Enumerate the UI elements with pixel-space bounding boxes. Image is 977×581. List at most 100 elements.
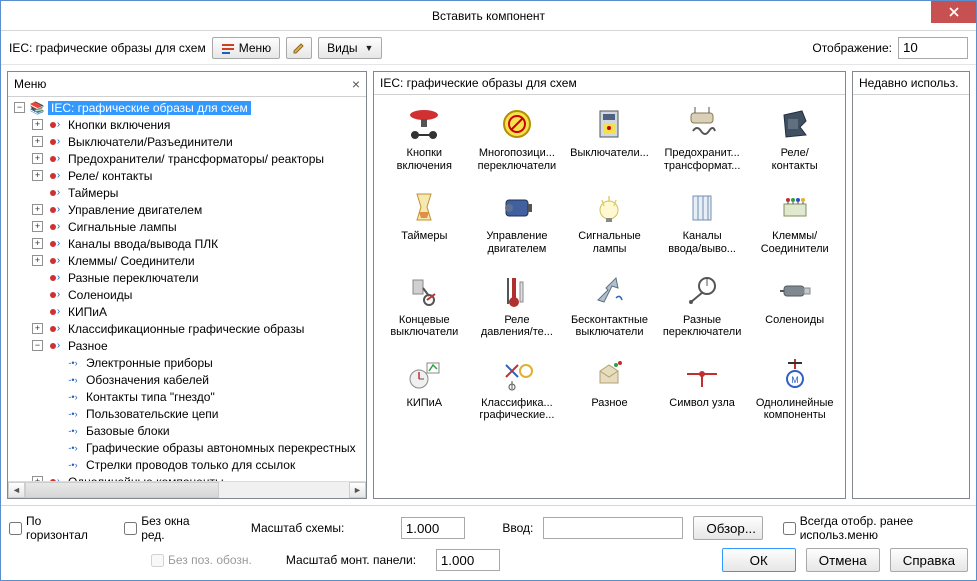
cancel-button[interactable]: Отмена [806,548,880,572]
tree-label[interactable]: Классификационные графические образы [65,322,307,336]
edit-button[interactable] [286,37,312,59]
views-button[interactable]: Виды ▼ [318,37,382,59]
component-category[interactable]: Выключатели... [565,101,654,176]
tree-label[interactable]: Базовые блоки [83,424,173,438]
tree-label[interactable]: Кнопки включения [65,118,173,132]
tree-row[interactable]: ›Соленоиды [10,286,366,303]
tree-row[interactable]: ›КИПиА [10,303,366,320]
tree-row[interactable]: +›Однолинейные компоненты [10,473,366,481]
scroll-thumb[interactable] [25,482,219,498]
tree-row[interactable]: +›Выключатели/Разъединители [10,133,366,150]
tree-label[interactable]: Соленоиды [65,288,135,302]
component-category[interactable]: MОднолинейныекомпоненты [750,351,839,426]
no-edit-window-checkbox[interactable]: Без окна ред. [124,514,204,542]
component-category[interactable]: Реледавления/те... [473,268,562,343]
component-category[interactable]: Концевыевыключатели [380,268,469,343]
tree-label[interactable]: Реле/ контакты [65,169,155,183]
tree-toggle[interactable]: + [32,153,43,164]
tree-label[interactable]: Сигнальные лампы [65,220,180,234]
browse-button[interactable]: Обзор... [693,516,762,540]
display-count-input[interactable] [898,37,968,59]
scheme-scale-input[interactable] [401,517,465,539]
tree-row[interactable]: ›Разные переключатели [10,269,366,286]
tree-label[interactable]: Управление двигателем [65,203,205,217]
tree-toggle[interactable]: + [32,119,43,130]
tree-row[interactable]: +›Предохранители/ трансформаторы/ реакто… [10,150,366,167]
component-category[interactable]: Управлениедвигателем [473,184,562,259]
tree-label[interactable]: Контакты типа "гнездо" [83,390,218,404]
tree-toggle[interactable]: − [14,102,25,113]
category-icon [589,272,629,310]
tree-toggle[interactable]: + [32,238,43,249]
tree-label[interactable]: Графические образы автономных перекрестн… [83,441,359,455]
tree-row[interactable]: +›Реле/ контакты [10,167,366,184]
component-category[interactable]: Разныепереключатели [658,268,747,343]
tree-row[interactable]: -•›Стрелки проводов только для ссылок [10,456,366,473]
tree-row[interactable]: +›Каналы ввода/вывода ПЛК [10,235,366,252]
tree-row[interactable]: -•›Электронные приборы [10,354,366,371]
tree-row[interactable]: -•›Контакты типа "гнездо" [10,388,366,405]
tree-toggle[interactable]: + [32,221,43,232]
tree-row[interactable]: +›Сигнальные лампы [10,218,366,235]
component-category[interactable]: Кнопкивключения [380,101,469,176]
horizontal-checkbox[interactable]: По горизонтал [9,514,94,542]
tree-row[interactable]: +›Кнопки включения [10,116,366,133]
ok-button[interactable]: ОК [722,548,796,572]
tree-panel: Меню × −📚IEC: графические образы для схе… [7,71,367,499]
close-button[interactable] [931,1,976,23]
tree-row[interactable]: +›Клеммы/ Соединители [10,252,366,269]
component-category[interactable]: КИПиА [380,351,469,426]
tree-row[interactable]: −›Разное [10,337,366,354]
tree-row[interactable]: +›Управление двигателем [10,201,366,218]
component-category[interactable]: Разное [565,351,654,426]
tree-label[interactable]: КИПиА [65,305,110,319]
tree-toggle[interactable]: − [32,340,43,351]
tree-label[interactable]: Каналы ввода/вывода ПЛК [65,237,221,251]
tree-label[interactable]: Разные переключатели [65,271,202,285]
help-button[interactable]: Справка [890,548,968,572]
tree-label[interactable]: Обозначения кабелей [83,373,212,387]
component-category[interactable]: Предохранит...трансформат... [658,101,747,176]
component-category[interactable]: Таймеры [380,184,469,259]
component-category[interactable]: Классифика...графические... [473,351,562,426]
component-category[interactable]: Реле/контакты [750,101,839,176]
always-show-recent-checkbox[interactable]: Всегда отобр. ранее использ.меню [783,514,968,542]
component-category[interactable]: Соленоиды [750,268,839,343]
tree-label[interactable]: Выключатели/Разъединители [65,135,236,149]
tree-label[interactable]: Стрелки проводов только для ссылок [83,458,298,472]
tree-toggle[interactable]: + [32,255,43,266]
component-category[interactable]: Каналыввода/выво... [658,184,747,259]
tree-row[interactable]: +›Классификационные графические образы [10,320,366,337]
tree-label[interactable]: Клеммы/ Соединители [65,254,198,268]
tree-toggle[interactable]: + [32,204,43,215]
tree-label[interactable]: IEC: графические образы для схем [48,101,251,115]
panel-scale-input[interactable] [436,549,500,571]
tree-row[interactable]: -•›Графические образы автономных перекре… [10,439,366,456]
scroll-right-arrow[interactable]: ► [349,482,366,498]
menu-button[interactable]: Меню [212,37,280,59]
input-field[interactable] [543,517,683,539]
component-category[interactable]: Многопозици...переключатели [473,101,562,176]
category-label-line2: переключатели [663,326,742,339]
tree-row[interactable]: -•›Пользовательские цепи [10,405,366,422]
tree-row[interactable]: -•›Обозначения кабелей [10,371,366,388]
component-category[interactable]: Клеммы/Соединители [750,184,839,259]
tree-row[interactable]: −📚IEC: графические образы для схем [10,99,366,116]
tree-toggle[interactable]: + [32,170,43,181]
tree-label[interactable]: Предохранители/ трансформаторы/ реакторы [65,152,327,166]
component-category[interactable]: Бесконтактныевыключатели [565,268,654,343]
tree-label[interactable]: Таймеры [65,186,121,200]
tree-panel-close[interactable]: × [352,76,360,92]
component-tree[interactable]: −📚IEC: графические образы для схем+›Кноп… [8,97,366,481]
tree-label[interactable]: Электронные приборы [83,356,216,370]
tree-label[interactable]: Пользовательские цепи [83,407,221,421]
component-category[interactable]: Сигнальныелампы [565,184,654,259]
tree-row[interactable]: ›Таймеры [10,184,366,201]
tree-hscrollbar[interactable]: ◄ ► [8,481,366,498]
tree-toggle[interactable]: + [32,323,43,334]
tree-toggle[interactable]: + [32,136,43,147]
tree-row[interactable]: -•›Базовые блоки [10,422,366,439]
scroll-left-arrow[interactable]: ◄ [8,482,25,498]
component-category[interactable]: Символ узла [658,351,747,426]
tree-label[interactable]: Разное [65,339,111,353]
